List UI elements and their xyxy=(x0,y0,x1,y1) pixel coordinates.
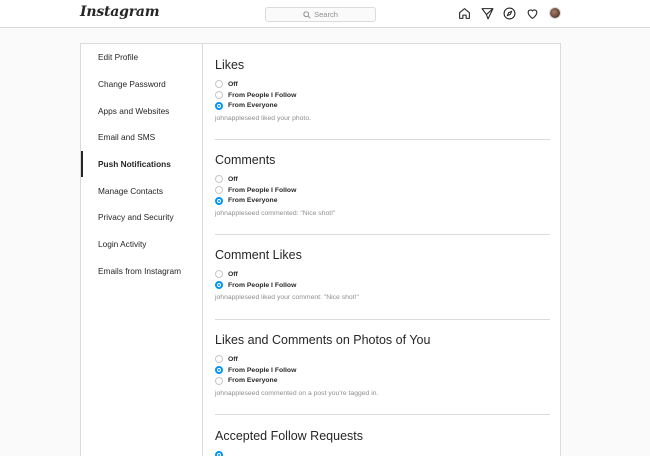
radio-button[interactable] xyxy=(215,376,223,385)
radio-button[interactable] xyxy=(215,270,223,279)
radio-button-selected[interactable] xyxy=(215,196,223,205)
sidebar-item-label: Apps and Websites xyxy=(98,106,170,116)
sidebar-item-label: Emails from Instagram xyxy=(98,266,181,276)
comment-likes-section: Comment Likes Off From People I Follow j… xyxy=(215,246,550,301)
example-text: johnappleseed liked your comment: "Nice … xyxy=(215,294,359,302)
direct-message-icon[interactable] xyxy=(481,7,494,20)
sidebar-item-label: Email and SMS xyxy=(98,132,156,142)
sidebar-item-label: Login Activity xyxy=(98,239,147,249)
profile-avatar[interactable] xyxy=(549,7,561,19)
option-label: From Everyone xyxy=(228,102,278,110)
photos-of-you-option-off[interactable]: Off xyxy=(215,354,550,365)
push-notifications-content: Likes Off From People I Follow From Ever… xyxy=(204,44,561,456)
section-title: Likes xyxy=(215,58,245,72)
radio-button-selected[interactable] xyxy=(215,451,223,456)
section-divider xyxy=(215,414,550,415)
sidebar-item-push-notifications[interactable]: Push Notifications xyxy=(81,151,203,177)
explore-icon[interactable] xyxy=(503,7,516,20)
comment-likes-option-from-people-i-follow[interactable]: From People I Follow xyxy=(215,280,550,291)
option-label: Off xyxy=(228,80,238,88)
accepted-follow-requests-option-partial[interactable] xyxy=(215,450,550,456)
likes-option-from-people-i-follow[interactable]: From People I Follow xyxy=(215,90,550,101)
sidebar-item-change-password[interactable]: Change Password xyxy=(81,71,203,97)
home-icon[interactable] xyxy=(458,7,471,20)
option-label: From People I Follow xyxy=(228,281,297,289)
example-text: johnappleseed commented on a post you're… xyxy=(215,390,379,398)
radio-button[interactable] xyxy=(215,186,223,195)
option-label: Off xyxy=(228,175,238,183)
sidebar-item-label: Privacy and Security xyxy=(98,212,174,222)
likes-option-off[interactable]: Off xyxy=(215,79,550,90)
radio-button-selected[interactable] xyxy=(215,281,223,290)
option-label: From Everyone xyxy=(228,377,278,385)
section-divider xyxy=(215,234,550,235)
example-text: johnappleseed liked your photo. xyxy=(215,115,311,123)
sidebar-item-label: Manage Contacts xyxy=(98,186,164,196)
photos-of-you-option-from-everyone[interactable]: From Everyone xyxy=(215,375,550,386)
option-label: Off xyxy=(228,270,238,278)
accepted-follow-requests-section: Accepted Follow Requests xyxy=(215,427,550,456)
activity-heart-icon[interactable] xyxy=(526,7,539,20)
comment-likes-option-off[interactable]: Off xyxy=(215,269,550,280)
likes-section: Likes Off From People I Follow From Ever… xyxy=(215,56,550,122)
settings-sidebar: Edit Profile Change Password Apps and We… xyxy=(81,44,203,456)
comments-option-from-people-i-follow[interactable]: From People I Follow xyxy=(215,185,550,196)
radio-button[interactable] xyxy=(215,80,223,89)
option-label: From People I Follow xyxy=(228,91,297,99)
sidebar-item-label: Change Password xyxy=(98,79,166,89)
likes-option-from-everyone[interactable]: From Everyone xyxy=(215,100,550,111)
option-label: From People I Follow xyxy=(228,186,297,194)
sidebar-item-label: Edit Profile xyxy=(98,52,139,62)
sidebar-item-label: Push Notifications xyxy=(98,159,171,169)
radio-button[interactable] xyxy=(215,91,223,100)
section-title: Comments xyxy=(215,153,276,167)
section-title: Comment Likes xyxy=(215,248,302,262)
section-divider xyxy=(215,319,550,320)
sidebar-item-apps-and-websites[interactable]: Apps and Websites xyxy=(81,98,203,124)
radio-button-selected[interactable] xyxy=(215,101,223,110)
sidebar-item-edit-profile[interactable]: Edit Profile xyxy=(81,44,203,70)
radio-button[interactable] xyxy=(215,355,223,364)
sidebar-item-email-and-sms[interactable]: Email and SMS xyxy=(81,124,203,150)
option-label: From Everyone xyxy=(228,197,278,205)
example-text: johnappleseed commented: "Nice shot!" xyxy=(215,210,336,218)
photos-of-you-option-from-people-i-follow[interactable]: From People I Follow xyxy=(215,365,550,376)
option-label: Off xyxy=(228,355,238,363)
radio-button-selected[interactable] xyxy=(215,366,223,375)
settings-panel: Edit Profile Change Password Apps and We… xyxy=(80,43,561,456)
sidebar-item-privacy-and-security[interactable]: Privacy and Security xyxy=(81,204,203,230)
option-label: From People I Follow xyxy=(228,366,297,374)
photos-of-you-section: Likes and Comments on Photos of You Off … xyxy=(215,331,550,397)
radio-button[interactable] xyxy=(215,175,223,184)
section-title: Likes and Comments on Photos of You xyxy=(215,333,431,347)
sidebar-item-emails-from-instagram[interactable]: Emails from Instagram xyxy=(81,258,203,284)
sidebar-item-login-activity[interactable]: Login Activity xyxy=(81,231,203,257)
section-title: Accepted Follow Requests xyxy=(215,429,363,443)
comments-section: Comments Off From People I Follow From E… xyxy=(215,151,550,217)
comments-option-from-everyone[interactable]: From Everyone xyxy=(215,195,550,206)
section-divider xyxy=(215,139,550,140)
comments-option-off[interactable]: Off xyxy=(215,174,550,185)
top-navigation-bar: Instagram Search xyxy=(0,0,650,28)
sidebar-item-manage-contacts[interactable]: Manage Contacts xyxy=(81,178,203,204)
